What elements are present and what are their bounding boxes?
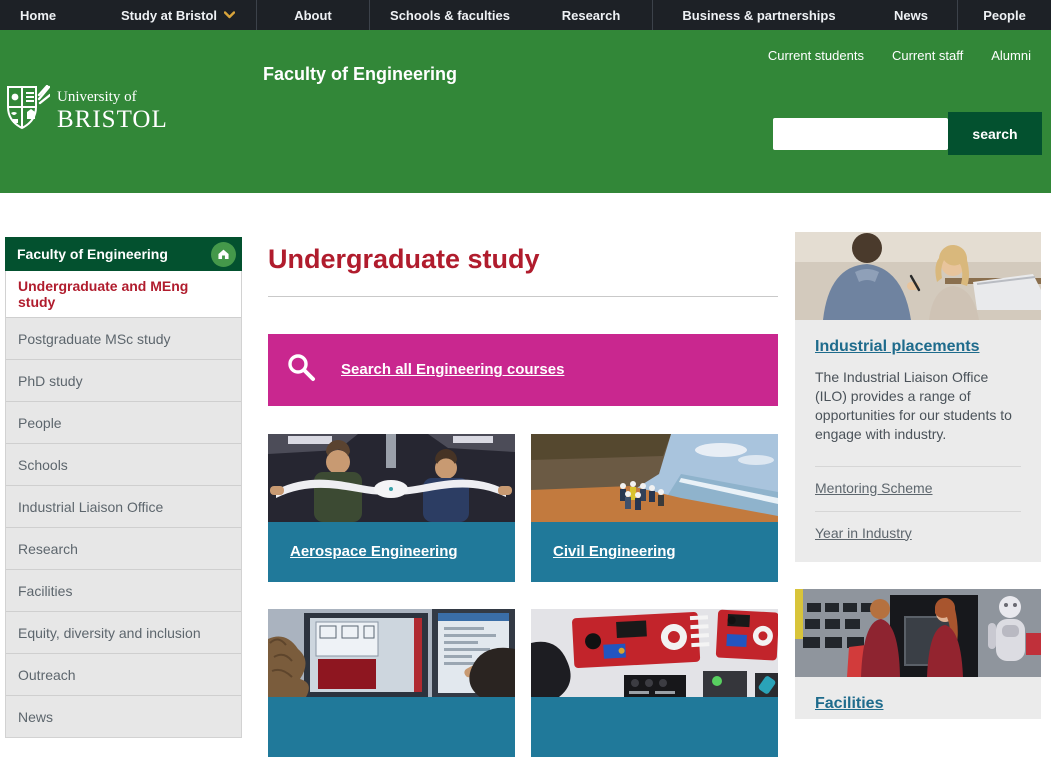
search-input[interactable] [773, 118, 948, 150]
home-icon[interactable] [211, 242, 236, 267]
topnav-item-home[interactable]: Home [0, 0, 100, 30]
sidebar-item-facilities[interactable]: Facilities [6, 570, 241, 612]
course-bar-civil: Civil Engineering [531, 522, 778, 582]
facilities-card: Facilities [795, 589, 1041, 719]
faculty-title: Faculty of Engineering [263, 64, 457, 85]
civil-coastal-field-trip-photo [531, 434, 778, 522]
aside-spacer [795, 562, 1041, 589]
link-current-students[interactable]: Current students [768, 48, 864, 63]
course-cards: Aerospace Engineering [268, 434, 778, 757]
search-button[interactable]: search [948, 112, 1042, 155]
search-icon [285, 351, 317, 388]
electronics-circuit-boards-photo [531, 609, 778, 697]
main-content: Undergraduate study Search all Engineeri… [268, 237, 778, 757]
link-row-mentoring-scheme[interactable]: Mentoring Scheme [815, 466, 1021, 511]
aerospace-wind-tunnel-photo [268, 434, 515, 522]
sidebar-item-outreach[interactable]: Outreach [6, 654, 241, 696]
link-row-year-in-industry[interactable]: Year in Industry [815, 511, 1021, 556]
course-link-aerospace[interactable]: Aerospace Engineering [290, 543, 458, 560]
course-card-civil[interactable]: Civil Engineering [531, 434, 778, 582]
sidebar-item-news[interactable]: News [6, 696, 241, 737]
industrial-placements-body: Industrial placements The Industrial Lia… [795, 320, 1041, 562]
sidebar-item-phd-study[interactable]: PhD study [6, 360, 241, 402]
sidebar-item-equity-diversity-inclusion[interactable]: Equity, diversity and inclusion [6, 612, 241, 654]
engineering-lab-robot-photo [795, 589, 1041, 677]
logo-wordmark: University of BRISTOL [57, 90, 168, 132]
link-current-staff[interactable]: Current staff [892, 48, 963, 63]
course-bar-aerospace: Aerospace Engineering [268, 522, 515, 582]
topnav-item-people[interactable]: People [958, 0, 1051, 30]
year-in-industry-link[interactable]: Year in Industry [815, 525, 912, 541]
industrial-placements-text: The Industrial Liaison Office (ILO) prov… [815, 368, 1021, 444]
facilities-link[interactable]: Facilities [815, 695, 883, 713]
students-discussion-photo [795, 232, 1041, 320]
sidebar-item-postgraduate-msc-study[interactable]: Postgraduate MSc study [6, 318, 241, 360]
course-card-aerospace[interactable]: Aerospace Engineering [268, 434, 515, 582]
sidebar-item-industrial-liaison-office[interactable]: Industrial Liaison Office [6, 486, 241, 528]
topnav-item-schools-faculties[interactable]: Schools & faculties [370, 0, 530, 30]
page-title: Undergraduate study [268, 245, 778, 275]
right-sidebar: Industrial placements The Industrial Lia… [795, 232, 1041, 719]
sidebar-item-undergraduate-meng-study[interactable]: Undergraduate and MEng study [6, 271, 241, 318]
top-navigation: Home Study at Bristol About Schools & fa… [0, 0, 1051, 30]
site-header: University of BRISTOL Faculty of Enginee… [0, 30, 1051, 193]
topnav-item-news[interactable]: News [865, 0, 958, 30]
topnav-item-study-at-bristol[interactable]: Study at Bristol [100, 0, 257, 30]
course-card-computing[interactable] [268, 609, 515, 757]
topnav-item-business-partnerships[interactable]: Business & partnerships [653, 0, 865, 30]
sidebar-item-people[interactable]: People [6, 402, 241, 444]
course-link-civil[interactable]: Civil Engineering [553, 543, 676, 560]
industrial-placements-links: Mentoring Scheme Year in Industry [815, 466, 1021, 556]
bristol-crest-icon [6, 85, 50, 136]
sidebar-list: Undergraduate and MEng study Postgraduat… [5, 271, 242, 738]
course-card-electronics[interactable] [531, 609, 778, 757]
section-navigation: Faculty of Engineering Undergraduate and… [5, 237, 242, 738]
chevron-down-icon [224, 11, 235, 19]
university-of-bristol-logo[interactable]: University of BRISTOL [6, 85, 168, 136]
link-alumni[interactable]: Alumni [991, 48, 1031, 63]
sidebar-header: Faculty of Engineering [5, 237, 242, 271]
industrial-placements-card: Industrial placements The Industrial Lia… [795, 232, 1041, 562]
course-bar-computing [268, 697, 515, 757]
topnav-item-research[interactable]: Research [530, 0, 653, 30]
topnav-item-about[interactable]: About [257, 0, 370, 30]
sidebar-item-research[interactable]: Research [6, 528, 241, 570]
industrial-placements-link[interactable]: Industrial placements [815, 338, 980, 356]
search-courses-banner[interactable]: Search all Engineering courses [268, 334, 778, 406]
facilities-body: Facilities [795, 677, 1041, 719]
course-bar-electronics [531, 697, 778, 757]
computer-lab-screens-photo [268, 609, 515, 697]
audience-links: Current students Current staff Alumni [768, 48, 1031, 63]
sidebar-item-schools[interactable]: Schools [6, 444, 241, 486]
title-divider [268, 296, 778, 297]
mentoring-scheme-link[interactable]: Mentoring Scheme [815, 480, 933, 496]
search-courses-link[interactable]: Search all Engineering courses [341, 361, 564, 378]
